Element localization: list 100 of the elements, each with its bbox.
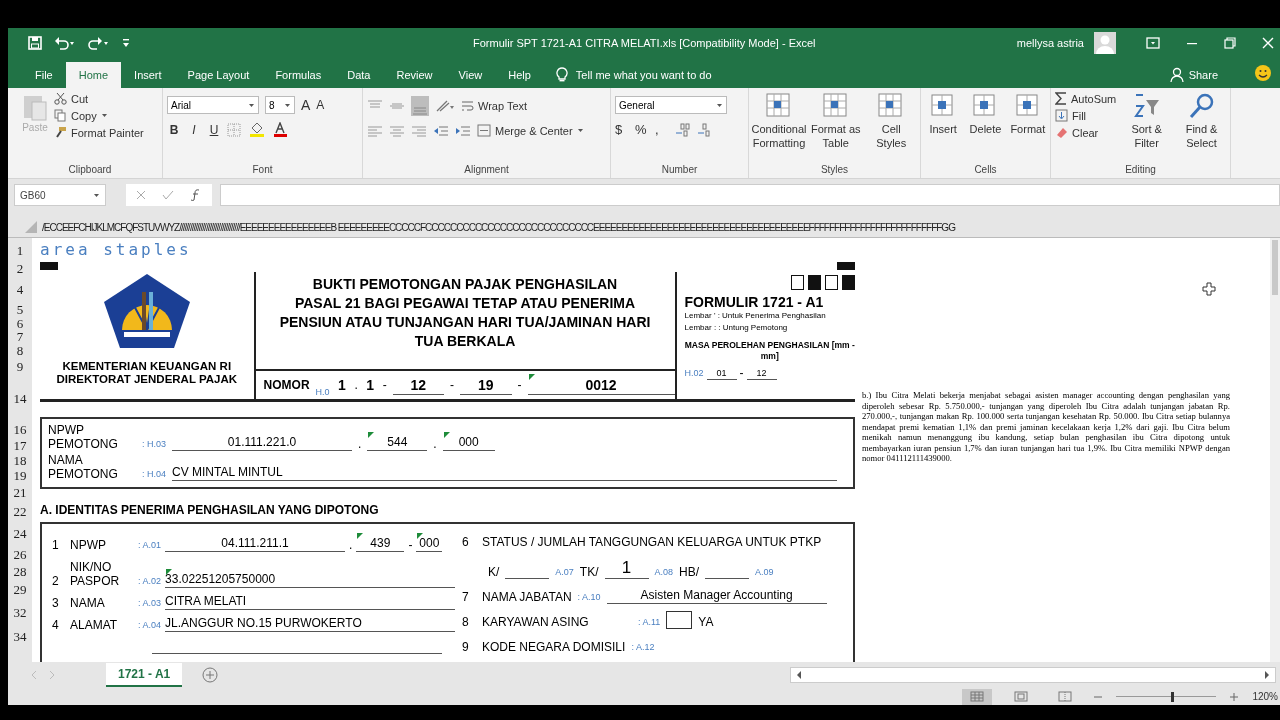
decrease-font-button[interactable]: A [316, 98, 325, 112]
number-field[interactable]: 12 [392, 375, 445, 395]
row-number[interactable]: 8 [8, 344, 32, 358]
input-field[interactable]: 000 [442, 434, 495, 451]
input-field[interactable]: 439 [356, 535, 405, 552]
input-field[interactable]: JL.ANGGUR NO.15 PURWOKERTO [165, 615, 456, 632]
zoom-level[interactable]: 120% [1252, 691, 1278, 702]
autosum-button[interactable]: AutoSum [1055, 92, 1117, 105]
row-number[interactable]: 9 [8, 358, 32, 376]
number-field[interactable]: 1 [335, 376, 349, 394]
ribbon-button[interactable]: Conditional Formatting [753, 92, 805, 150]
decrease-indent-icon[interactable] [433, 124, 449, 137]
save-icon[interactable] [28, 36, 42, 50]
increase-decimal-icon[interactable] [675, 122, 691, 137]
row-number[interactable]: 28 [8, 564, 32, 580]
row-number[interactable]: 6 [8, 317, 32, 330]
zoom-slider-thumb[interactable] [1171, 691, 1175, 702]
merge-center-button[interactable]: Merge & Center [477, 124, 584, 137]
input-field[interactable]: CV MINTAL MINTUL [172, 464, 837, 481]
input-field[interactable]: 000 [416, 535, 443, 552]
ribbon-button[interactable]: Format [1009, 92, 1046, 136]
clear-button[interactable]: Clear [1055, 126, 1117, 139]
row-number[interactable]: 21 [8, 484, 32, 502]
row-number[interactable]: 29 [8, 580, 32, 599]
input-field[interactable]: 544 [367, 434, 428, 451]
italic-button[interactable]: I [187, 123, 201, 137]
ribbon-display-icon[interactable] [1146, 37, 1160, 49]
row-number[interactable]: 1 [8, 241, 32, 261]
user-name[interactable]: mellysa astria [1016, 37, 1084, 49]
row-number[interactable]: 5 [8, 303, 32, 317]
fill-button[interactable]: Fill [1055, 109, 1117, 122]
number-field[interactable]: 19 [460, 375, 512, 395]
font-size-field[interactable]: 8 [265, 96, 295, 114]
ribbon-tab[interactable]: View [445, 62, 496, 88]
orientation-icon[interactable] [435, 99, 455, 113]
normal-view-button[interactable] [962, 688, 993, 705]
check-icon[interactable] [162, 190, 174, 200]
function-icon[interactable] [190, 189, 202, 201]
ribbon-tab[interactable]: Page Layout [174, 62, 263, 88]
tell-me-field[interactable]: Tell me what you want to do [575, 62, 712, 88]
month-field[interactable]: 01 [706, 367, 737, 380]
formula-field[interactable] [220, 184, 1280, 206]
number-field[interactable]: 1 [363, 376, 377, 394]
font-name-field[interactable]: Arial [167, 96, 259, 114]
smiley-icon[interactable] [1254, 64, 1272, 82]
row-number[interactable]: 2 [8, 261, 32, 277]
input-field[interactable]: 04.111.211.1 [165, 535, 346, 552]
row-number[interactable]: 34 [8, 626, 32, 648]
underline-button[interactable]: U [207, 123, 221, 137]
ribbon-button[interactable]: Delete [967, 92, 1004, 136]
share-button[interactable]: Share [1188, 62, 1218, 88]
restore-icon[interactable] [1224, 37, 1236, 49]
customize-icon[interactable] [122, 38, 130, 48]
close-icon[interactable] [1262, 37, 1274, 49]
row-number[interactable]: 16 [8, 422, 32, 438]
ribbon-button[interactable]: Cell Styles [866, 92, 916, 150]
ribbon-button[interactable]: Format as Table [811, 92, 861, 150]
ribbon-tab[interactable]: Help [495, 62, 544, 88]
lightbulb-icon[interactable] [555, 67, 568, 82]
format-painter-button[interactable]: Format Painter [54, 126, 144, 139]
comma-button[interactable]: , [655, 122, 669, 137]
undo-icon[interactable] [54, 36, 76, 50]
ribbon-tab[interactable]: File [22, 62, 66, 88]
currency-button[interactable]: $ [615, 122, 629, 137]
fill-color-icon[interactable] [249, 122, 267, 138]
ribbon-button[interactable]: Sort & Filter [1122, 92, 1172, 150]
row-number[interactable]: 32 [8, 599, 32, 626]
sheet-tab[interactable]: 1721 - A1 [106, 663, 183, 687]
row-number[interactable]: 4 [8, 277, 32, 303]
input-field[interactable]: 33.02251205750000 [165, 571, 456, 588]
row-number[interactable]: 7 [8, 330, 32, 344]
percent-button[interactable]: % [635, 122, 649, 137]
input-field[interactable]: 1 [604, 558, 649, 579]
row-number[interactable]: 14 [8, 376, 32, 422]
column-headers[interactable]: /ECCEEFCHIJKLMCFQFSTUVWYZ//////////////////////////////////EEEEEEEEEEEEEEEEB EEEEEEEEECCCCCFCCCCCCCCCCCCCCCCCCCCCCCCCCCEEEEEEEEEEEEEEEEEEEEEEEEEEEEEEEEEEEEEEFFFFFFFFFFFFFFFFFFFFFFFFFFGG [42, 221, 955, 233]
ribbon-button[interactable]: Find & Select [1177, 92, 1226, 150]
ribbon-tab[interactable]: Formulas [262, 62, 335, 88]
row-number[interactable]: 22 [8, 502, 32, 522]
row-number[interactable]: 18 [8, 453, 32, 468]
ribbon-tab[interactable]: Data [334, 62, 384, 88]
number-format-field[interactable]: General [615, 96, 727, 114]
cut-button[interactable]: Cut [54, 92, 144, 105]
increase-font-button[interactable]: A [301, 97, 311, 113]
row-number[interactable]: 17 [8, 438, 32, 453]
increase-indent-icon[interactable] [455, 124, 471, 137]
row-number[interactable]: 19 [8, 468, 32, 484]
number-field[interactable]: 0012 [527, 375, 675, 395]
input-field[interactable]: CITRA MELATI [165, 593, 456, 610]
ribbon-tab[interactable]: Home [65, 62, 122, 88]
ribbon-tab[interactable]: Review [383, 62, 446, 88]
add-sheet-icon[interactable] [202, 667, 219, 683]
copy-button[interactable]: Copy [54, 109, 144, 122]
decrease-decimal-icon[interactable] [697, 122, 713, 137]
ribbon-tab[interactable]: Insert [121, 62, 175, 88]
font-color-icon[interactable] [273, 122, 289, 138]
cancel-icon[interactable] [136, 190, 146, 200]
name-box[interactable]: GB60 [14, 184, 106, 206]
wrap-text-button[interactable]: Wrap Text [461, 99, 528, 113]
ribbon-button[interactable]: Insert [925, 92, 962, 136]
row-number[interactable]: 24 [8, 522, 32, 546]
